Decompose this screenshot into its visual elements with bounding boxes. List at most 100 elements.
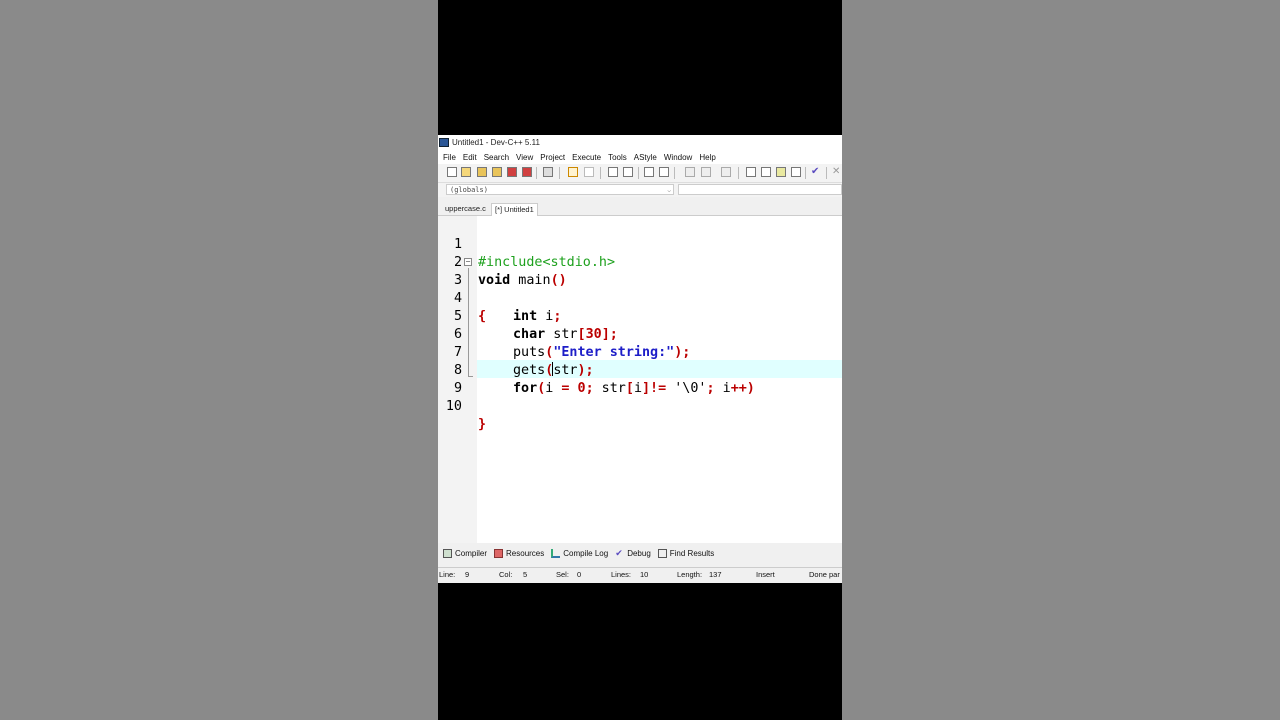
close-icon[interactable]: ✕ — [832, 167, 842, 177]
tab-label: Compile Log — [563, 548, 609, 558]
tab-find-results[interactable]: Find Results — [657, 548, 715, 558]
tab-label: Compiler — [455, 548, 488, 558]
code-line: 9 — [438, 362, 842, 396]
unindent-icon[interactable] — [659, 167, 669, 177]
status-sel-value: 0 — [577, 570, 582, 579]
status-line-value: 9 — [465, 570, 470, 579]
scope-bar: (globals) ⌵ — [438, 183, 842, 197]
goto-forward-icon[interactable] — [701, 167, 711, 177]
blurred-background-left — [0, 0, 438, 720]
symbol: } — [478, 417, 487, 432]
status-col-label: Col: — [499, 570, 513, 579]
print-icon[interactable] — [543, 167, 553, 177]
status-sel-label: Sel: — [556, 570, 569, 579]
toolbar: ✔ ✕ — [438, 164, 842, 183]
menu-view[interactable]: View — [516, 153, 533, 162]
find-results-icon — [657, 548, 667, 558]
bottom-panel-tabs: Compiler Resources Compile Log ✔ Debug F… — [438, 545, 842, 561]
chevron-down-icon: ⌵ — [667, 187, 671, 194]
menu-search[interactable]: Search — [484, 153, 509, 162]
new-file-icon[interactable] — [447, 167, 457, 177]
goto-back-icon[interactable] — [685, 167, 695, 177]
undo-icon[interactable] — [568, 167, 578, 177]
open-file-icon[interactable] — [461, 167, 471, 177]
status-mode: Insert — [756, 570, 775, 579]
app-icon — [439, 138, 449, 147]
fold-collapse-icon[interactable]: − — [464, 258, 472, 266]
tab-debug[interactable]: ✔ Debug — [615, 547, 651, 558]
blurred-background-right — [842, 0, 1280, 720]
tab-compile-log[interactable]: Compile Log — [551, 548, 609, 558]
save-icon[interactable] — [477, 167, 487, 177]
code-line: 2 void main() — [438, 236, 842, 288]
find-icon[interactable] — [608, 167, 618, 177]
menu-project[interactable]: Project — [540, 153, 565, 162]
toolbar-separator — [674, 167, 675, 179]
tab-label: Find Results — [669, 548, 715, 558]
tab-compiler[interactable]: Compiler — [443, 548, 488, 558]
title-bar: Untitled1 - Dev-C++ 5.11 — [438, 135, 842, 150]
status-length-value: 137 — [709, 570, 722, 579]
check-icon[interactable]: ✔ — [811, 167, 821, 177]
menu-help[interactable]: Help — [699, 153, 715, 162]
new-project-icon[interactable] — [746, 167, 756, 177]
tab-uppercase[interactable]: uppercase.c — [445, 203, 486, 215]
toolbar-separator — [738, 167, 739, 179]
code-line: 1 #include<stdio.h> — [438, 218, 842, 270]
scope-value: (globals) — [450, 186, 488, 194]
menu-tools[interactable]: Tools — [608, 153, 627, 162]
line-number: 10 — [445, 399, 462, 414]
menu-file[interactable]: File — [443, 153, 456, 162]
tab-label: Resources — [506, 548, 545, 558]
toolbar-separator — [805, 167, 806, 179]
scope-select[interactable]: (globals) ⌵ — [446, 184, 674, 195]
toolbar-separator — [826, 167, 827, 179]
replace-icon[interactable] — [623, 167, 633, 177]
tab-label: Debug — [627, 548, 651, 558]
code-line: 6 puts("Enter string:"); — [438, 308, 842, 360]
toolbar-separator — [638, 167, 639, 179]
code-editor[interactable]: 1 #include<stdio.h> 2 void main() 3 − { … — [438, 216, 842, 543]
menu-bar: File Edit Search View Project Execute To… — [438, 150, 842, 164]
toolbar-separator — [600, 167, 601, 179]
status-lines-value: 10 — [640, 570, 649, 579]
status-col-value: 5 — [523, 570, 528, 579]
code-line: 3 − { — [438, 254, 842, 325]
toolbar-separator — [559, 167, 560, 179]
tab-label: uppercase.c — [445, 204, 486, 213]
menu-execute[interactable]: Execute — [572, 153, 601, 162]
status-message: Done par — [809, 570, 840, 579]
tab-untitled1[interactable]: [*] Untitled1 — [491, 203, 538, 216]
video-frame: Untitled1 - Dev-C++ 5.11 File Edit Searc… — [438, 0, 842, 720]
status-line-label: Line: — [439, 570, 456, 579]
resources-icon — [494, 548, 504, 558]
window-title: Untitled1 - Dev-C++ 5.11 — [452, 138, 540, 147]
code-line: 5 char str[30]; — [438, 290, 842, 342]
debug-icon: ✔ — [615, 547, 623, 558]
status-lines-label: Lines: — [611, 570, 632, 579]
bookmark-icon[interactable] — [721, 167, 731, 177]
compiler-icon — [443, 548, 452, 558]
close-all-icon[interactable] — [522, 167, 532, 177]
status-length-label: Length: — [677, 570, 703, 579]
menu-astyle[interactable]: AStyle — [634, 153, 657, 162]
tab-resources[interactable]: Resources — [494, 548, 545, 558]
code-line: 10 } — [438, 380, 842, 432]
project-options-icon[interactable] — [761, 167, 771, 177]
menu-window[interactable]: Window — [664, 153, 692, 162]
class-browser-icon[interactable] — [776, 167, 786, 177]
editor-tabs: uppercase.c [*] Untitled1 — [438, 201, 842, 216]
menu-edit[interactable]: Edit — [463, 153, 477, 162]
code-line: 8 for(i = 0; str[i]!= '\0'; i++) — [438, 344, 842, 396]
code-line: 4 int i; — [438, 272, 842, 324]
redo-icon[interactable] — [584, 167, 594, 177]
grid-icon[interactable] — [791, 167, 801, 177]
compile-log-icon — [551, 548, 561, 558]
member-select[interactable] — [678, 184, 842, 195]
code-line: 7 gets(str); — [438, 326, 842, 378]
tab-label: [*] Untitled1 — [495, 205, 534, 214]
save-all-icon[interactable] — [492, 167, 502, 177]
indent-icon[interactable] — [644, 167, 654, 177]
toolbar-separator — [536, 167, 537, 179]
close-file-icon[interactable] — [507, 167, 517, 177]
